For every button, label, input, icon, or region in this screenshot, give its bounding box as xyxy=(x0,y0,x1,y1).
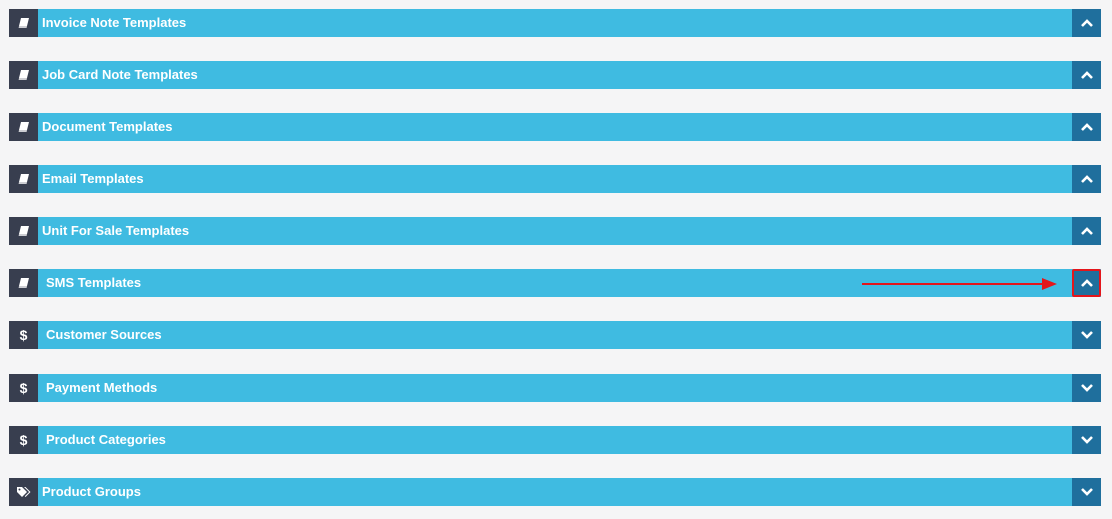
panel-header-job-card-note-templates[interactable]: Job Card Note Templates xyxy=(9,61,1101,89)
panel-title: Email Templates xyxy=(42,171,144,186)
settings-panel-list: Invoice Note Templates Job Card Note Tem… xyxy=(0,0,1112,519)
chevron-up-icon xyxy=(1080,19,1093,27)
chevron-up-icon xyxy=(1080,227,1093,235)
panel-header-product-categories[interactable]: $ Product Categories xyxy=(9,426,1101,454)
chevron-up-icon xyxy=(1080,71,1093,79)
book-icon xyxy=(9,269,38,297)
panel-title: Payment Methods xyxy=(46,380,158,395)
panel-title: Product Groups xyxy=(42,484,141,499)
expand-toggle-button[interactable] xyxy=(1072,321,1101,349)
book-icon xyxy=(9,165,38,193)
panel-header-email-templates[interactable]: Email Templates xyxy=(9,165,1101,193)
collapse-toggle-button[interactable] xyxy=(1072,217,1101,245)
chevron-down-icon xyxy=(1080,488,1093,496)
dollar-icon: $ xyxy=(9,426,38,454)
panel-title: Job Card Note Templates xyxy=(42,67,198,82)
book-icon xyxy=(9,217,38,245)
expand-toggle-button[interactable] xyxy=(1072,426,1101,454)
collapse-toggle-button[interactable] xyxy=(1072,113,1101,141)
collapse-toggle-button[interactable] xyxy=(1072,9,1101,37)
tags-icon xyxy=(9,478,38,506)
chevron-up-icon xyxy=(1080,175,1093,183)
chevron-down-icon xyxy=(1080,384,1093,392)
panel-header-document-templates[interactable]: Document Templates xyxy=(9,113,1101,141)
panel-title: Invoice Note Templates xyxy=(42,15,187,30)
collapse-toggle-button[interactable] xyxy=(1072,61,1101,89)
panel-title: Product Categories xyxy=(46,432,166,447)
panel-header-unit-for-sale-templates[interactable]: Unit For Sale Templates xyxy=(9,217,1101,245)
panel-header-product-groups[interactable]: Product Groups xyxy=(9,478,1101,506)
book-icon xyxy=(9,9,38,37)
chevron-down-icon xyxy=(1080,436,1093,444)
panel-header-payment-methods[interactable]: $ Payment Methods xyxy=(9,374,1101,402)
dollar-icon: $ xyxy=(9,321,38,349)
expand-toggle-button[interactable] xyxy=(1072,478,1101,506)
panel-title: Document Templates xyxy=(42,119,173,134)
collapse-toggle-button[interactable] xyxy=(1072,269,1101,297)
panel-header-invoice-note-templates[interactable]: Invoice Note Templates xyxy=(9,9,1101,37)
chevron-up-icon xyxy=(1080,123,1093,131)
chevron-up-icon xyxy=(1080,279,1093,287)
panel-header-customer-sources[interactable]: $ Customer Sources xyxy=(9,321,1101,349)
expand-toggle-button[interactable] xyxy=(1072,374,1101,402)
collapse-toggle-button[interactable] xyxy=(1072,165,1101,193)
panel-title: Customer Sources xyxy=(46,327,162,342)
book-icon xyxy=(9,113,38,141)
dollar-icon: $ xyxy=(9,374,38,402)
chevron-down-icon xyxy=(1080,331,1093,339)
book-icon xyxy=(9,61,38,89)
panel-title: Unit For Sale Templates xyxy=(42,223,190,238)
annotation-arrow-icon xyxy=(862,278,1057,290)
